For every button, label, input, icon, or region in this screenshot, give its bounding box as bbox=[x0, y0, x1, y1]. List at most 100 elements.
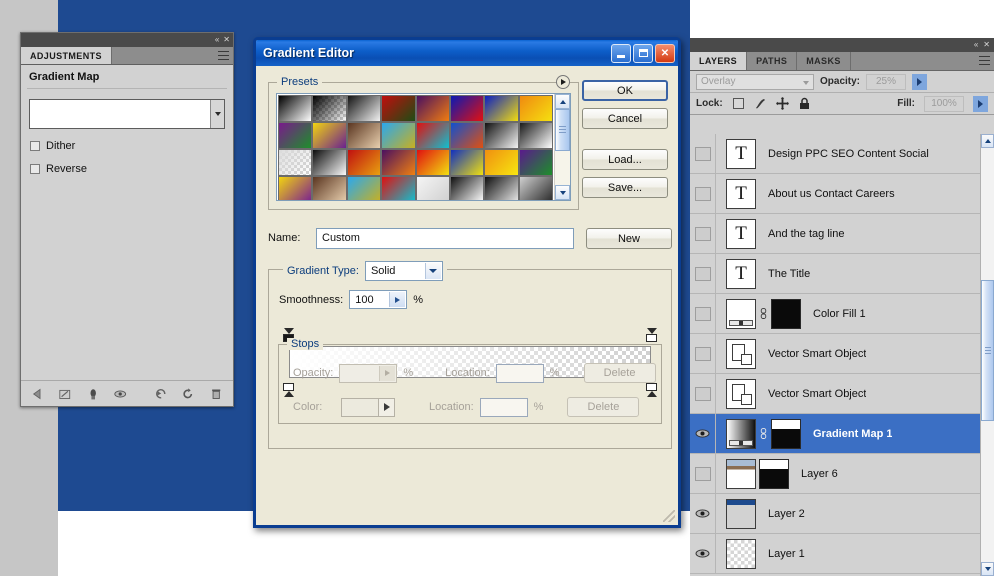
preset-swatch[interactable] bbox=[346, 95, 382, 122]
dither-row[interactable]: Dither bbox=[21, 129, 233, 152]
layer-mask-thumbnail[interactable] bbox=[771, 418, 801, 449]
resize-grip[interactable] bbox=[663, 510, 675, 522]
table-row[interactable]: Layer 2 bbox=[690, 494, 994, 534]
preset-swatch[interactable] bbox=[381, 176, 416, 200]
layer-visibility-cell[interactable] bbox=[690, 334, 716, 373]
table-row[interactable]: Color Fill 1 bbox=[690, 294, 994, 334]
stop-color-arrow-icon[interactable] bbox=[379, 397, 395, 417]
preset-swatch[interactable] bbox=[449, 176, 485, 200]
reverse-row[interactable]: Reverse bbox=[21, 152, 233, 175]
tab-layers[interactable]: LAYERS bbox=[690, 52, 748, 70]
lock-position-icon[interactable] bbox=[775, 97, 789, 110]
table-row[interactable]: T Design PPC SEO Content Social bbox=[690, 134, 994, 174]
layer-visibility-toggle[interactable] bbox=[694, 266, 711, 281]
preset-swatch[interactable] bbox=[278, 95, 313, 122]
table-row[interactable]: Gradient Map 1 bbox=[690, 414, 994, 454]
minimize-button[interactable] bbox=[611, 43, 631, 63]
fill-value[interactable]: 100% bbox=[924, 95, 964, 112]
layers-scroll-up-button[interactable] bbox=[981, 134, 994, 148]
chevron-down-icon[interactable] bbox=[424, 263, 441, 279]
layers-scroll-down-button[interactable] bbox=[981, 562, 994, 576]
preset-swatch[interactable] bbox=[518, 149, 553, 176]
expand-view-icon[interactable] bbox=[58, 387, 72, 401]
table-row[interactable]: T About us Contact Careers bbox=[690, 174, 994, 214]
layer-visibility-cell[interactable] bbox=[690, 454, 716, 493]
chevron-down-icon[interactable] bbox=[210, 100, 224, 128]
preset-swatch[interactable] bbox=[346, 122, 382, 149]
layer-visibility-toggle[interactable] bbox=[694, 346, 711, 361]
stop-opacity-input[interactable] bbox=[339, 363, 398, 383]
adjustments-panel-menu-icon[interactable] bbox=[218, 51, 229, 60]
stop-color-control[interactable] bbox=[341, 397, 395, 417]
link-mask-icon[interactable] bbox=[759, 304, 768, 324]
layer-thumbnail-gradient-map[interactable] bbox=[726, 418, 756, 449]
lock-image-pixels-icon[interactable] bbox=[754, 97, 767, 110]
layer-visibility-cell[interactable] bbox=[690, 134, 716, 173]
close-button[interactable]: ✕ bbox=[655, 43, 675, 63]
preset-swatch[interactable] bbox=[278, 176, 313, 200]
stop-color-swatch[interactable] bbox=[341, 397, 379, 417]
preset-swatch[interactable] bbox=[346, 176, 382, 200]
eye-icon[interactable] bbox=[694, 427, 711, 440]
preset-swatch[interactable] bbox=[449, 95, 485, 122]
smoothness-slider-arrow-icon[interactable] bbox=[389, 292, 406, 307]
layer-visibility-toggle[interactable] bbox=[694, 146, 711, 161]
layer-thumbnail-text[interactable]: T bbox=[726, 258, 756, 289]
reverse-checkbox[interactable] bbox=[30, 164, 40, 174]
collapse-dock-icon[interactable]: « bbox=[215, 36, 219, 44]
preset-swatch[interactable] bbox=[381, 95, 416, 122]
presets-scroll-down-button[interactable] bbox=[555, 185, 570, 200]
smoothness-input[interactable]: 100 bbox=[349, 290, 408, 309]
revert-icon[interactable] bbox=[181, 387, 195, 401]
gradient-preview-swatch[interactable] bbox=[30, 100, 210, 128]
opacity-value[interactable]: 25% bbox=[866, 73, 907, 90]
stop-location-input-2[interactable] bbox=[479, 397, 528, 417]
layer-visibility-cell[interactable] bbox=[690, 214, 716, 253]
opacity-stop-end[interactable] bbox=[646, 328, 657, 343]
preset-swatch[interactable] bbox=[312, 95, 347, 122]
delete-color-stop-button[interactable]: Delete bbox=[567, 397, 640, 417]
layers-scroll-track[interactable] bbox=[981, 148, 994, 562]
layers-panel-menu-icon[interactable] bbox=[979, 56, 990, 65]
layer-thumbnail-smart-object[interactable] bbox=[726, 378, 756, 409]
layer-visibility-cell[interactable] bbox=[690, 494, 716, 533]
reset-adjustment-icon[interactable] bbox=[154, 387, 168, 401]
save-button[interactable]: Save... bbox=[582, 177, 668, 198]
layer-list[interactable]: T Design PPC SEO Content Social T About us … bbox=[690, 134, 994, 576]
cancel-button[interactable]: Cancel bbox=[582, 108, 668, 129]
close-panel-icon[interactable]: ✕ bbox=[983, 41, 990, 49]
layer-thumbnail-raster[interactable] bbox=[726, 498, 756, 529]
preset-swatch[interactable] bbox=[312, 122, 347, 149]
opacity-slider-arrow-icon[interactable] bbox=[912, 73, 928, 90]
preset-swatch[interactable] bbox=[449, 149, 485, 176]
chevron-down-icon[interactable] bbox=[803, 80, 809, 85]
presets-grid[interactable] bbox=[277, 94, 554, 200]
table-row[interactable]: Vector Smart Object bbox=[690, 374, 994, 414]
table-row[interactable]: Layer 6 bbox=[690, 454, 994, 494]
presets-scrollbar[interactable] bbox=[554, 94, 570, 200]
layer-mask-thumbnail[interactable] bbox=[771, 298, 801, 329]
toggle-visibility-icon[interactable] bbox=[113, 387, 127, 401]
layer-visibility-toggle[interactable] bbox=[694, 186, 711, 201]
stop-location-input-1[interactable] bbox=[495, 363, 544, 383]
new-button[interactable]: New bbox=[586, 227, 672, 249]
delete-opacity-stop-button[interactable]: Delete bbox=[583, 363, 656, 383]
ok-button[interactable]: OK bbox=[582, 80, 668, 101]
layer-visibility-cell[interactable] bbox=[690, 374, 716, 413]
preset-swatch[interactable] bbox=[518, 122, 553, 149]
return-arrow-icon[interactable] bbox=[31, 387, 45, 401]
gradient-name-input[interactable] bbox=[316, 227, 574, 249]
preset-swatch[interactable] bbox=[415, 149, 450, 176]
close-panel-icon[interactable]: ✕ bbox=[223, 36, 230, 44]
load-button[interactable]: Load... bbox=[582, 149, 668, 170]
eye-icon[interactable] bbox=[694, 507, 711, 520]
clip-to-layer-icon[interactable] bbox=[86, 387, 100, 401]
table-row[interactable]: Layer 1 bbox=[690, 534, 994, 574]
preset-swatch[interactable] bbox=[312, 149, 347, 176]
preset-swatch[interactable] bbox=[484, 149, 519, 176]
layer-thumbnail-text[interactable]: T bbox=[726, 138, 756, 169]
gradient-editor-titlebar[interactable]: Gradient Editor ✕ bbox=[256, 40, 678, 66]
layer-visibility-toggle[interactable] bbox=[694, 306, 711, 321]
eye-icon[interactable] bbox=[694, 547, 711, 560]
presets-scroll-thumb[interactable] bbox=[555, 109, 570, 151]
